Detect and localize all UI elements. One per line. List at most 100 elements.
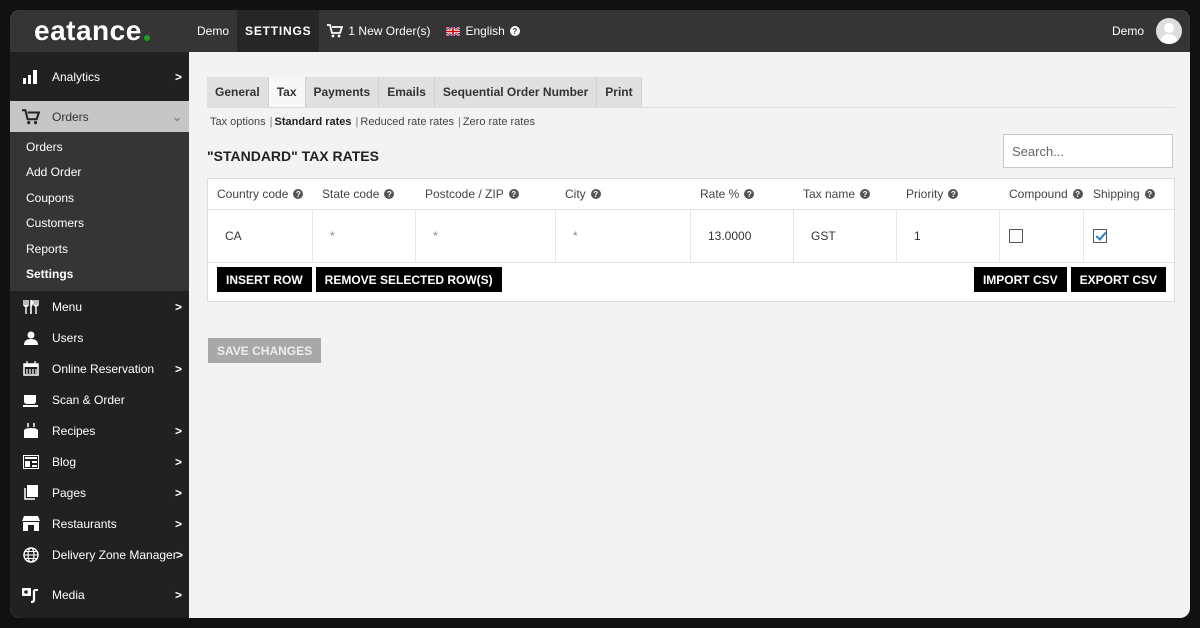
sidebar-item-label: Restaurants xyxy=(52,516,117,531)
help-icon[interactable]: ? xyxy=(1072,189,1083,199)
sidebar-item-orders[interactable]: Orders ⌄ xyxy=(10,101,189,132)
tab-tax[interactable]: Tax xyxy=(268,77,306,107)
submenu-item-customers[interactable]: Customers xyxy=(10,211,189,237)
sidebar-item-label: Blog xyxy=(52,454,77,469)
cell-country-code[interactable]: CA xyxy=(208,210,313,262)
sidebar-item-pages[interactable]: Pages > xyxy=(10,477,189,508)
chevron-right-icon: > xyxy=(174,454,182,469)
help-icon[interactable]: ? xyxy=(860,189,871,199)
language-label: English xyxy=(465,24,505,38)
help-icon[interactable]: ? xyxy=(509,26,520,36)
logo[interactable]: eatance xyxy=(10,10,189,52)
sidebar-item-blog[interactable]: Blog > xyxy=(10,446,189,477)
column-header-postcode: Postcode / ZIP? xyxy=(416,179,556,209)
remove-selected-rows-button[interactable]: REMOVE SELECTED ROW(S) xyxy=(315,267,502,292)
subnav-tax-options[interactable]: Tax options xyxy=(210,116,266,128)
cell-postcode[interactable]: * xyxy=(416,210,556,262)
tab-payments[interactable]: Payments xyxy=(306,77,380,107)
newspaper-icon xyxy=(22,453,40,471)
column-header-priority: Priority? xyxy=(897,179,1000,209)
tab-emails[interactable]: Emails xyxy=(379,77,435,107)
shipping-checkbox[interactable] xyxy=(1093,229,1107,243)
tax-subnav: Tax options | Standard rates | Reduced rate … xyxy=(210,116,535,128)
help-icon[interactable]: ? xyxy=(744,189,755,199)
subnav-reduced-rates[interactable]: Reduced rate rates xyxy=(360,116,454,128)
table-header: Country code? State code? Postcode / ZIP… xyxy=(208,179,1174,210)
export-csv-button[interactable]: EXPORT CSV xyxy=(1070,267,1166,292)
tab-print[interactable]: Print xyxy=(597,77,642,107)
page-title: "STANDARD" TAX RATES xyxy=(207,148,379,164)
globe-icon xyxy=(22,546,40,564)
logo-dot xyxy=(143,35,150,41)
avatar[interactable] xyxy=(1156,18,1182,44)
insert-row-button[interactable]: INSERT ROW xyxy=(217,267,312,292)
new-orders-label: 1 New Order(s) xyxy=(348,24,431,38)
demo-link[interactable]: Demo xyxy=(189,10,237,52)
sidebar-item-delivery-zone-manager[interactable]: Delivery Zone Manager > xyxy=(10,539,189,570)
help-icon[interactable]: ? xyxy=(384,189,395,199)
tab-general[interactable]: General xyxy=(207,77,269,107)
compound-checkbox[interactable] xyxy=(1009,229,1023,243)
submenu-item-orders[interactable]: Orders xyxy=(10,134,189,160)
cell-tax-name[interactable]: GST xyxy=(794,210,897,262)
sidebar-item-users[interactable]: Users xyxy=(10,322,189,353)
tabs-divider xyxy=(207,107,1175,108)
submenu-item-add-order[interactable]: Add Order xyxy=(10,160,189,186)
sidebar-item-analytics[interactable]: Analytics > xyxy=(10,61,189,92)
column-header-city: City? xyxy=(556,179,691,209)
chevron-right-icon: > xyxy=(175,547,183,562)
chevron-right-icon: > xyxy=(174,299,182,314)
sidebar-item-menu[interactable]: Menu > xyxy=(10,291,189,322)
import-csv-button[interactable]: IMPORT CSV xyxy=(973,267,1067,292)
column-header-country-code: Country code? xyxy=(208,179,313,209)
app-window: eatance Demo SETTINGS 1 New Order(s) Eng… xyxy=(10,10,1190,618)
cell-rate[interactable]: 13.0000 xyxy=(691,210,794,262)
utensils-icon xyxy=(22,298,40,316)
submenu-item-reports[interactable]: Reports xyxy=(10,236,189,262)
coffee-cup-icon xyxy=(22,391,40,409)
search-input[interactable] xyxy=(1003,134,1173,168)
column-header-rate: Rate %? xyxy=(691,179,794,209)
cell-compound xyxy=(1000,210,1084,262)
cell-shipping xyxy=(1084,210,1172,262)
help-icon[interactable]: ? xyxy=(293,189,304,199)
sidebar-item-scan-order[interactable]: Scan & Order xyxy=(10,384,189,415)
help-icon[interactable]: ? xyxy=(590,189,601,199)
help-icon[interactable]: ? xyxy=(948,189,959,199)
sidebar-item-label: Users xyxy=(52,330,84,345)
settings-link[interactable]: SETTINGS xyxy=(237,10,320,52)
chevron-right-icon: > xyxy=(174,423,182,438)
sidebar-item-label: Recipes xyxy=(52,423,96,438)
user-menu[interactable]: Demo xyxy=(1112,18,1190,44)
sidebar-item-restaurants[interactable]: Restaurants > xyxy=(10,508,189,539)
save-changes-button[interactable]: SAVE CHANGES xyxy=(208,338,322,363)
orders-submenu: Orders Add Order Coupons Customers Repor… xyxy=(10,132,189,291)
cell-city[interactable]: * xyxy=(556,210,691,262)
sidebar-item-recipes[interactable]: Recipes > xyxy=(10,415,189,446)
column-header-state-code: State code? xyxy=(313,179,416,209)
cell-state-code[interactable]: * xyxy=(313,210,416,262)
sidebar-item-label: Orders xyxy=(52,109,89,124)
subnav-separator: | xyxy=(269,116,273,128)
subnav-standard-rates[interactable]: Standard rates xyxy=(275,116,352,128)
subnav-separator: | xyxy=(457,116,461,128)
submenu-item-settings[interactable]: Settings xyxy=(10,262,189,288)
column-header-compound: Compound? xyxy=(1000,179,1084,209)
column-header-tax-name: Tax name? xyxy=(794,179,897,209)
submenu-item-coupons[interactable]: Coupons xyxy=(10,185,189,211)
new-orders-link[interactable]: 1 New Order(s) xyxy=(319,10,438,52)
sidebar-item-online-reservation[interactable]: Online Reservation > xyxy=(10,353,189,384)
chevron-right-icon: > xyxy=(174,361,182,376)
help-icon[interactable]: ? xyxy=(1144,189,1155,199)
pages-icon xyxy=(22,484,40,502)
help-icon[interactable]: ? xyxy=(508,189,519,199)
table-row[interactable]: CA * * * 13.0000 GST 1 xyxy=(208,210,1174,263)
language-selector[interactable]: English ? xyxy=(438,10,527,52)
tab-sequential-order-number[interactable]: Sequential Order Number xyxy=(435,77,598,107)
cell-priority[interactable]: 1 xyxy=(897,210,1000,262)
subnav-separator: | xyxy=(355,116,359,128)
sidebar-item-media[interactable]: Media > xyxy=(10,579,189,610)
column-header-shipping: Shipping? xyxy=(1084,179,1172,209)
subnav-zero-rates[interactable]: Zero rate rates xyxy=(463,116,535,128)
chevron-down-icon: ⌄ xyxy=(171,109,182,124)
